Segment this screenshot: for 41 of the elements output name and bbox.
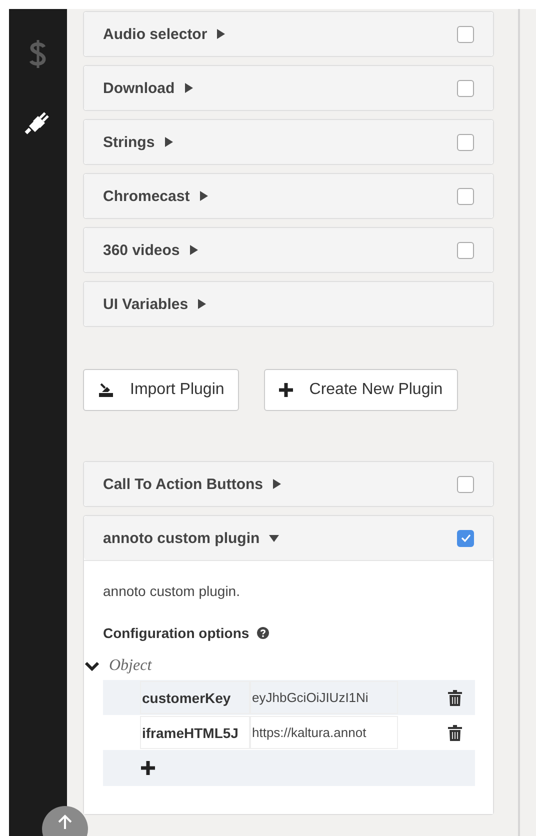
- checkmark-icon: [460, 532, 472, 544]
- plugin-header[interactable]: Download: [84, 66, 493, 110]
- plugin-header[interactable]: Chromecast: [84, 174, 493, 218]
- plugin-title: Chromecast: [103, 188, 190, 204]
- plugin-header[interactable]: UI Variables: [84, 282, 493, 326]
- plugin-title: Call To Action Buttons: [103, 476, 263, 492]
- help-icon: [257, 627, 270, 639]
- plugin-title: Strings: [103, 134, 155, 150]
- config-title: Configuration options: [103, 625, 250, 641]
- create-plugin-button[interactable]: Create New Plugin: [264, 369, 458, 411]
- value-field[interactable]: eyJhbGciOiJIUzI1Ni: [250, 681, 398, 714]
- plugin-title: UI Variables: [103, 296, 188, 312]
- plugin-header[interactable]: annoto custom plugin: [84, 516, 493, 560]
- arrow-up-icon: [57, 814, 73, 830]
- checkbox[interactable]: [457, 134, 474, 150]
- checkbox[interactable]: [457, 188, 474, 204]
- key-field[interactable]: iframeHTML5J: [140, 716, 250, 749]
- checkbox[interactable]: [457, 242, 474, 258]
- checkbox[interactable]: [457, 476, 474, 492]
- value-field[interactable]: https://kaltura.annot: [250, 716, 398, 749]
- plugin-title: annoto custom plugin: [103, 530, 260, 546]
- trash-icon[interactable]: [448, 724, 462, 740]
- plugin-header[interactable]: Strings: [84, 120, 493, 164]
- checkbox[interactable]: [457, 80, 474, 96]
- checkbox[interactable]: [457, 26, 474, 42]
- chevron-down-icon[interactable]: [85, 661, 99, 671]
- plugin-description: annoto custom plugin.: [103, 583, 241, 599]
- import-icon: [98, 382, 114, 398]
- plus-icon: [279, 383, 294, 397]
- key-field[interactable]: customerKey: [140, 681, 250, 714]
- plugin-title: Download: [103, 80, 175, 96]
- plugin-header[interactable]: Call To Action Buttons: [84, 462, 493, 506]
- add-icon[interactable]: [140, 760, 156, 776]
- plugin-title: Audio selector: [103, 26, 208, 42]
- plugin-header[interactable]: Audio selector: [84, 12, 493, 56]
- trash-icon[interactable]: [448, 690, 462, 706]
- import-plugin-button[interactable]: Import Plugin: [83, 369, 240, 411]
- plugin-title: 360 videos: [103, 242, 180, 258]
- object-label: Object: [109, 657, 152, 675]
- plugin-header[interactable]: 360 videos: [84, 228, 493, 272]
- checkbox[interactable]: [457, 530, 474, 546]
